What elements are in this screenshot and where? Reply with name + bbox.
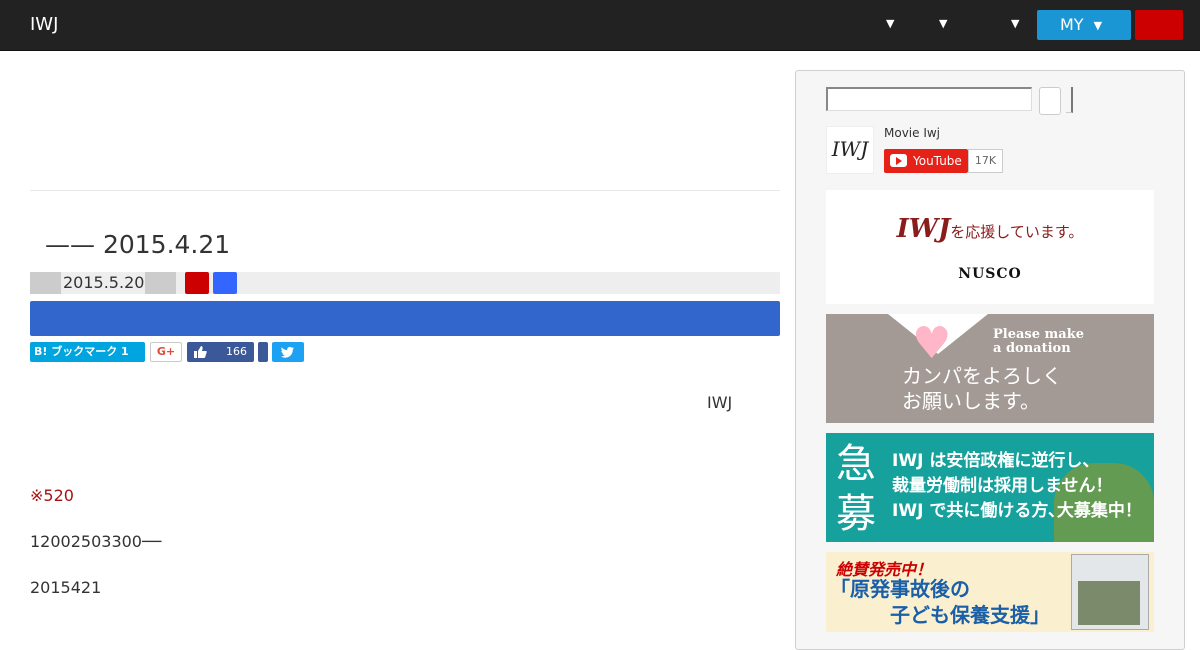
nav-dropdown-2-caret-icon[interactable]: ▼	[939, 17, 947, 30]
book-ad-title: 「原発事故後の 子ども保養支援」	[830, 576, 1050, 628]
meta-red-tag[interactable]	[185, 272, 209, 294]
book-cover-image	[1071, 554, 1149, 630]
content-divider	[30, 190, 780, 191]
nusco-brand: NUSCO	[958, 266, 1022, 282]
my-menu-caret-icon: ▼	[1093, 19, 1103, 32]
donation-jp-line2: お願いします。	[902, 389, 1040, 413]
article-body-line1: 12002503300──	[30, 532, 162, 551]
article-date: 2015.5.20	[63, 273, 145, 292]
sidebar-search-button[interactable]	[1039, 87, 1061, 115]
heart-icon: ♥	[912, 318, 952, 369]
facebook-like-count: 166	[226, 345, 247, 358]
article-blue-banner[interactable]	[30, 301, 780, 336]
youtube-channel-name[interactable]: Movie Iwj	[884, 126, 940, 140]
meta-placeholder-right	[145, 272, 176, 294]
google-plus-button[interactable]: G+	[150, 342, 182, 362]
sidebar-search-input[interactable]	[826, 87, 1032, 111]
article-title: —— 2015.4.21	[45, 230, 231, 259]
recruit-line3: IWJ で共に働ける方､大募集中！	[892, 501, 1142, 521]
book-banner-ad[interactable]: 絶賛発売中！ 「原発事故後の 子ども保養支援」	[826, 552, 1154, 632]
donation-banner-ad[interactable]: ♥ Please make a donation カンパをよろしく お願いします…	[826, 314, 1154, 423]
youtube-subscribe-button[interactable]: YouTube	[884, 149, 968, 173]
recruit-line1: IWJ は安倍政権に逆行し、	[892, 451, 1100, 471]
recruit-text: IWJ は安倍政権に逆行し、 裁量労働制は採用しません！ IWJ で共に働ける方…	[892, 449, 1142, 524]
youtube-play-icon	[890, 154, 907, 167]
donation-english-text: Please make a donation	[993, 328, 1084, 356]
book-title-line1: 「原発事故後の	[830, 577, 970, 601]
book-title-line2: 子ども保養支援」	[890, 603, 1050, 627]
youtube-subscriber-count: 17K	[968, 149, 1003, 173]
my-menu-label: MY	[1060, 15, 1084, 34]
thumbs-up-icon	[194, 346, 207, 358]
nav-dropdown-1-caret-icon[interactable]: ▼	[886, 17, 894, 30]
twitter-bird-icon	[281, 346, 294, 358]
my-menu-button[interactable]: MY ▼	[1037, 10, 1131, 40]
twitter-share-button[interactable]	[272, 342, 304, 362]
youtube-button-label: YouTube	[913, 154, 962, 168]
sidebar-search-divider	[1066, 87, 1073, 113]
book-cover-photo	[1078, 581, 1140, 625]
hatena-bookmark-button[interactable]: B! ブックマーク 1	[30, 342, 145, 362]
top-nav-bar: IWJ ▼ ▼ ▼ MY ▼	[0, 0, 1200, 51]
nusco-tagline: IWJを応援しています。	[826, 214, 1154, 244]
nav-dropdown-3-caret-icon[interactable]: ▼	[1011, 17, 1019, 30]
recruit-line2: 裁量労働制は採用しません！	[892, 476, 1113, 496]
nusco-banner-ad[interactable]: IWJを応援しています。 NUSCO	[826, 190, 1154, 304]
recruit-big-chars: 急募	[836, 441, 876, 537]
donation-jp-line1: カンパをよろしく	[902, 364, 1062, 388]
donation-english-line2: a donation	[993, 341, 1071, 356]
donation-japanese-text: カンパをよろしく お願いします。	[902, 364, 1062, 414]
recruitment-banner-ad[interactable]: 急募 IWJ は安倍政権に逆行し、 裁量労働制は採用しません！ IWJ で共に働…	[826, 433, 1154, 542]
article-body-line2: 2015421	[30, 578, 102, 597]
meta-blue-tag[interactable]	[213, 272, 237, 294]
facebook-like-button[interactable]: 166	[187, 342, 254, 362]
article-body-note: ※520	[30, 486, 74, 505]
red-action-button[interactable]	[1135, 10, 1183, 40]
article-body-iwj: IWJ	[707, 393, 733, 412]
nusco-tagline-text: を応援しています。	[950, 223, 1084, 241]
youtube-channel-logo[interactable]: IWJ	[826, 126, 874, 174]
facebook-share-button[interactable]	[258, 342, 268, 362]
donation-english-line1: Please make	[993, 327, 1084, 342]
meta-placeholder-left	[30, 272, 61, 294]
site-logo[interactable]: IWJ	[30, 14, 58, 35]
nusco-iwj-logo: IWJ	[896, 214, 951, 244]
